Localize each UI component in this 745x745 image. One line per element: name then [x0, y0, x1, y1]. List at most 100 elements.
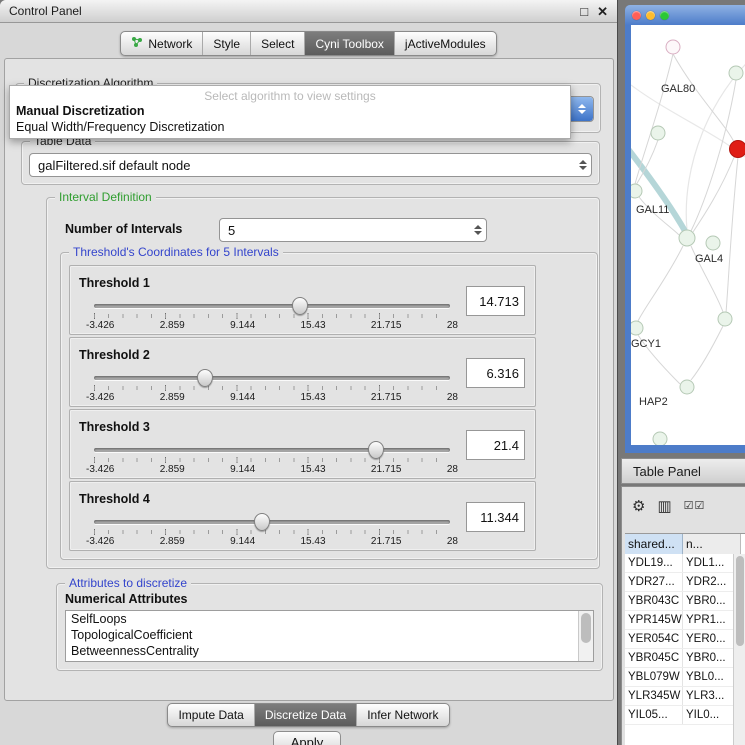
- table-cell[interactable]: YDL19...: [625, 554, 683, 572]
- scrollbar-thumb[interactable]: [581, 613, 591, 643]
- network-node[interactable]: [706, 236, 720, 250]
- tab-infer-network[interactable]: Infer Network: [356, 704, 448, 726]
- slider-minor-ticks: [94, 458, 450, 462]
- threshold-4-slider[interactable]: -3.426 2.859 9.144 15.43 21.715 28: [94, 514, 450, 548]
- table-row[interactable]: YBR045C YBR0...: [625, 649, 745, 668]
- tab-impute-data[interactable]: Impute Data: [168, 704, 253, 726]
- table-cell[interactable]: YDR27...: [625, 573, 683, 591]
- table-cell[interactable]: YER054C: [625, 630, 683, 648]
- threshold-4-label: Threshold 4: [79, 492, 150, 506]
- bottom-tab-bar: Impute Data Discretize Data Infer Networ…: [0, 703, 617, 727]
- network-node[interactable]: [653, 432, 667, 445]
- network-node[interactable]: [631, 184, 642, 198]
- table-cell[interactable]: YBL079W: [625, 668, 683, 686]
- threshold-4-value-field[interactable]: 11.344: [466, 502, 525, 532]
- table-data-combo[interactable]: galFiltered.sif default node: [29, 153, 592, 177]
- tab-select[interactable]: Select: [250, 32, 304, 55]
- threshold-2-value-field[interactable]: 6.316: [466, 358, 525, 388]
- list-item[interactable]: SelfLoops: [66, 611, 593, 627]
- node-label: GAL11: [636, 204, 669, 216]
- tab-network[interactable]: Network: [121, 32, 202, 55]
- interval-definition-group: Interval Definition Number of Intervals …: [46, 197, 600, 569]
- threshold-3-value-field[interactable]: 21.4: [466, 430, 525, 460]
- close-traffic-light-icon[interactable]: [632, 11, 641, 20]
- network-node[interactable]: [729, 66, 743, 80]
- close-icon[interactable]: ✕: [597, 5, 608, 18]
- node-label: GAL4: [695, 253, 723, 265]
- table-panel-title: Table Panel: [633, 464, 701, 479]
- network-node[interactable]: [718, 312, 732, 326]
- list-item[interactable]: BetweennessCentrality: [66, 643, 593, 659]
- table-row[interactable]: YLR345W YLR3...: [625, 687, 745, 706]
- gear-icon[interactable]: ⚙: [632, 499, 645, 514]
- control-panel-titlebar[interactable]: Control Panel □ ✕: [0, 0, 617, 23]
- column-header-shared-name[interactable]: shared...: [625, 534, 683, 554]
- minimize-traffic-light-icon[interactable]: [646, 11, 655, 20]
- slider-track[interactable]: [94, 376, 450, 380]
- tab-impute-data-label: Impute Data: [178, 708, 243, 722]
- scale-tick-label: 2.859: [160, 392, 185, 403]
- table-cell[interactable]: YBR045C: [625, 649, 683, 667]
- zoom-traffic-light-icon[interactable]: [660, 11, 669, 20]
- threshold-1-slider[interactable]: -3.426 2.859 9.144 15.43 21.715 28: [94, 298, 450, 332]
- threshold-2-slider[interactable]: -3.426 2.859 9.144 15.43 21.715 28: [94, 370, 450, 404]
- combo-arrows-icon[interactable]: [469, 219, 486, 241]
- table-row[interactable]: YER054C YER0...: [625, 630, 745, 649]
- table-cell[interactable]: YBR043C: [625, 592, 683, 610]
- scale-tick-label: -3.426: [86, 464, 114, 475]
- restore-icon[interactable]: □: [580, 5, 588, 18]
- selected-red-node[interactable]: [730, 141, 745, 158]
- numerical-attributes-label: Numerical Attributes: [65, 592, 187, 606]
- table-row[interactable]: YIL05... YIL0...: [625, 706, 745, 725]
- network-node[interactable]: [651, 126, 665, 140]
- threshold-3-slider[interactable]: -3.426 2.859 9.144 15.43 21.715 28: [94, 442, 450, 476]
- network-window-titlebar[interactable]: [625, 5, 745, 25]
- table-scrollbar[interactable]: [733, 554, 745, 745]
- dropdown-option-manual[interactable]: Manual Discretization: [10, 103, 570, 119]
- threshold-1-value-field[interactable]: 14.713: [466, 286, 525, 316]
- network-node[interactable]: [679, 230, 695, 246]
- number-of-intervals-combo[interactable]: 5: [219, 218, 487, 242]
- network-view-window[interactable]: GAL80 GAL11 GAL4 GCY1 HAP2: [625, 5, 745, 453]
- tab-discretize-data[interactable]: Discretize Data: [254, 704, 356, 726]
- network-node[interactable]: [680, 380, 694, 394]
- list-item[interactable]: TopologicalCoefficient: [66, 627, 593, 643]
- table-row[interactable]: YBR043C YBR0...: [625, 592, 745, 611]
- scale-tick-label: 28: [447, 320, 458, 331]
- table-row[interactable]: YDL19... YDL1...: [625, 554, 745, 573]
- scrollbar-thumb[interactable]: [736, 556, 744, 646]
- threshold-2-label: Threshold 2: [79, 348, 150, 362]
- slider-scale: -3.426 2.859 9.144 15.43 21.715 28: [86, 320, 458, 331]
- table-row[interactable]: YPR145W YPR1...: [625, 611, 745, 630]
- slider-track[interactable]: [94, 448, 450, 452]
- column-header-name[interactable]: n...: [683, 534, 741, 554]
- table-cell[interactable]: YLR345W: [625, 687, 683, 705]
- numerical-attributes-list[interactable]: SelfLoops TopologicalCoefficient Between…: [65, 610, 594, 662]
- tab-jactivemodules[interactable]: jActiveModules: [394, 32, 496, 55]
- table-panel-titlebar[interactable]: Table Panel: [621, 458, 745, 484]
- tab-style[interactable]: Style: [202, 32, 250, 55]
- network-graph[interactable]: GAL80 GAL11 GAL4 GCY1 HAP2: [631, 25, 745, 445]
- table-row[interactable]: YBL079W YBL0...: [625, 668, 745, 687]
- combo-arrows-icon[interactable]: [571, 97, 593, 121]
- table-row[interactable]: YDR27... YDR2...: [625, 573, 745, 592]
- columns-icon[interactable]: ▥: [657, 499, 671, 514]
- threshold-4-box: Threshold 4 -3.426 2.859 9.144 15.43 21.…: [69, 481, 536, 551]
- select-checks-icon[interactable]: ☑☑: [684, 501, 706, 512]
- algorithm-dropdown-list: Select algorithm to view settings Manual…: [9, 85, 571, 139]
- scale-tick-label: 15.43: [301, 464, 326, 475]
- attributes-group: Attributes to discretize Numerical Attri…: [56, 583, 603, 671]
- table-cell[interactable]: YIL05...: [625, 706, 683, 724]
- tab-cyni-toolbox-label: Cyni Toolbox: [315, 37, 383, 51]
- slider-track[interactable]: [94, 520, 450, 524]
- apply-button[interactable]: Apply: [273, 731, 341, 745]
- table-cell[interactable]: YPR145W: [625, 611, 683, 629]
- slider-track[interactable]: [94, 304, 450, 308]
- tab-cyni-toolbox[interactable]: Cyni Toolbox: [304, 32, 393, 55]
- network-node[interactable]: [631, 321, 643, 335]
- list-scrollbar[interactable]: [578, 611, 593, 661]
- dropdown-option-equal-width[interactable]: Equal Width/Frequency Discretization: [10, 119, 570, 135]
- network-node[interactable]: [666, 40, 680, 54]
- network-canvas[interactable]: GAL80 GAL11 GAL4 GCY1 HAP2: [631, 25, 745, 445]
- combo-arrows-icon[interactable]: [574, 154, 591, 176]
